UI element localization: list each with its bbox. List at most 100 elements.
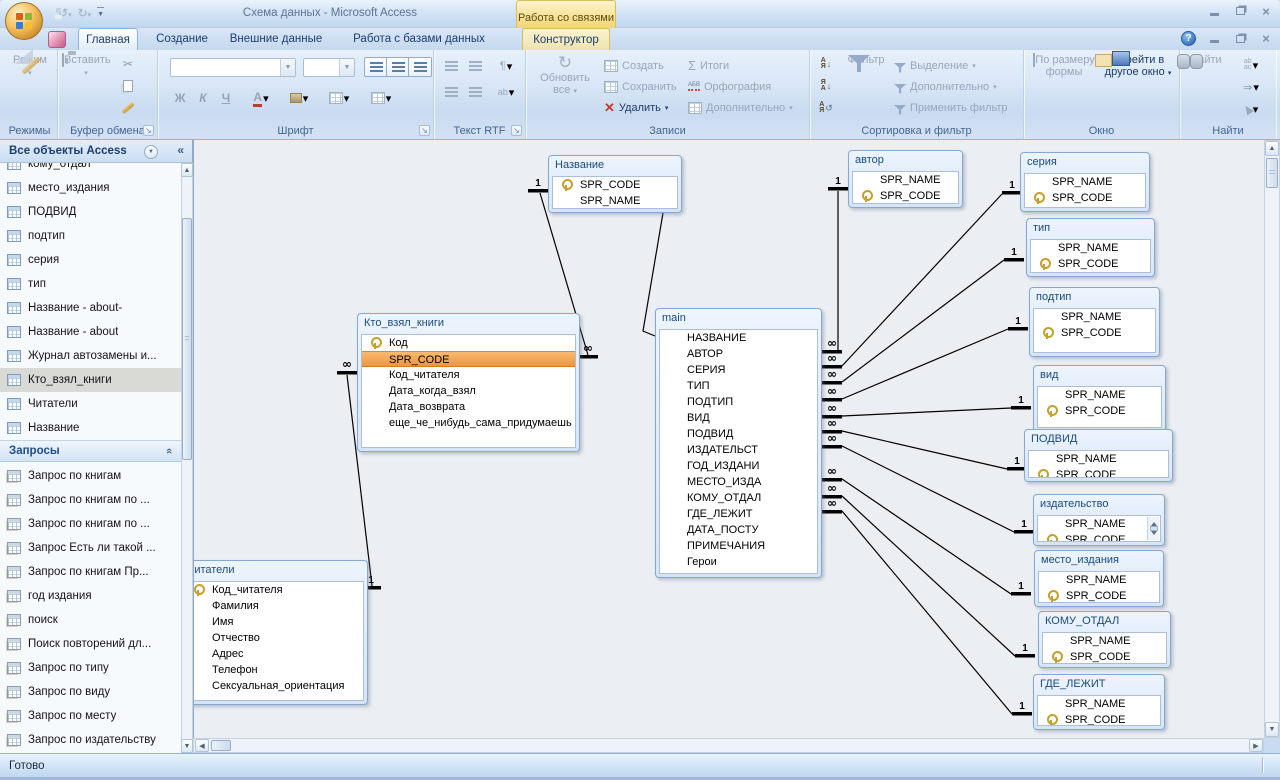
- filter-button[interactable]: Фильтр: [842, 54, 890, 66]
- table-field[interactable]: SPR_CODE: [1031, 256, 1150, 272]
- sidebar-item[interactable]: ПОДВИД: [0, 200, 181, 224]
- sidebar-item[interactable]: Запрос по книгам по ...: [0, 488, 181, 512]
- table-field[interactable]: Сексуальная_ориентация: [193, 678, 363, 694]
- table-field[interactable]: SPR_CODE: [1038, 532, 1160, 542]
- sidebar-item[interactable]: Запрос по виду: [0, 680, 181, 704]
- redo-button[interactable]: ↻▾: [78, 7, 92, 22]
- table-title[interactable]: вид: [1034, 366, 1165, 386]
- table-title[interactable]: Кто_взял_книги: [358, 314, 579, 334]
- table-field[interactable]: ПОДТИП: [660, 394, 817, 410]
- table-field[interactable]: ГОД_ИЗДАНИ: [660, 458, 817, 474]
- table-field[interactable]: SPR_NAME: [1025, 174, 1145, 190]
- tab-sozdanie[interactable]: Создание: [150, 28, 214, 50]
- sidebar-item[interactable]: место_издания: [0, 176, 181, 200]
- table-field[interactable]: Дата_когда_взял: [362, 383, 575, 399]
- table-field[interactable]: SPR_NAME: [553, 193, 677, 209]
- table-title[interactable]: ПОДВИД: [1025, 430, 1172, 450]
- table-title[interactable]: автор: [849, 151, 962, 171]
- table-field[interactable]: Адрес: [193, 646, 363, 662]
- canvas-vscroll-thumb[interactable]: [1266, 158, 1278, 188]
- canvas-vscrollbar[interactable]: [1264, 140, 1280, 738]
- table-scrollbar[interactable]: [1147, 517, 1159, 540]
- table-field[interactable]: SPR_CODE: [1038, 712, 1160, 726]
- table-field[interactable]: Герои: [660, 554, 817, 570]
- table-field[interactable]: ДАТА_ПОСТУ: [660, 522, 817, 538]
- sort-descending-button[interactable]: ЯА↓: [814, 76, 838, 96]
- sidebar-item[interactable]: Журнал автозамены и...: [0, 344, 181, 368]
- table-title[interactable]: тип: [1027, 219, 1154, 239]
- table-field[interactable]: SPR_NAME: [1034, 309, 1155, 325]
- font-size-dropdown-icon[interactable]: ▼: [339, 59, 354, 76]
- scroll-up-icon[interactable]: [1151, 519, 1157, 526]
- close-button[interactable]: ×: [1258, 5, 1274, 17]
- align-center-button[interactable]: [386, 57, 410, 77]
- italic-button[interactable]: К: [191, 88, 215, 108]
- table-field[interactable]: SPR_NAME: [1029, 451, 1168, 467]
- clear-sort-button[interactable]: АЯ↺: [814, 98, 838, 118]
- diagram-table-ПОДВИД[interactable]: ПОДВИДSPR_NAMESPR_CODE: [1024, 429, 1173, 482]
- advanced-filter-button[interactable]: Дополнительно▾: [894, 77, 997, 96]
- switch-windows-button[interactable]: Перейти в другое окно ▾: [1102, 54, 1174, 80]
- minimize-button[interactable]: [1206, 5, 1222, 17]
- sidebar-item[interactable]: Запрос по книгам Пр...: [0, 560, 181, 584]
- diagram-table-автор[interactable]: авторSPR_NAMESPR_CODE: [848, 150, 963, 208]
- table-field[interactable]: Фамилия: [193, 598, 363, 614]
- bold-button[interactable]: Ж: [168, 88, 192, 108]
- table-field[interactable]: ВИД: [660, 410, 817, 426]
- new-record-button[interactable]: Создать: [604, 56, 664, 75]
- table-field[interactable]: SPR_NAME: [1038, 516, 1160, 532]
- sidebar-item[interactable]: Название: [0, 416, 181, 440]
- collapse-section-icon[interactable]: «: [163, 448, 175, 454]
- canvas-scroll-down-icon[interactable]: ▼: [1265, 722, 1279, 737]
- sidebar-item[interactable]: Запрос по книгам: [0, 464, 181, 488]
- sidebar-item[interactable]: Поиск повторений дл...: [0, 632, 181, 656]
- sidebar-item[interactable]: Кто_взял_книги: [0, 368, 181, 392]
- table-title[interactable]: ГДЕ_ЛЕЖИТ: [1034, 675, 1164, 695]
- table-title[interactable]: подтип: [1030, 288, 1159, 308]
- diagram-table-серия[interactable]: серияSPR_NAMESPR_CODE: [1020, 152, 1150, 212]
- fill-color-button[interactable]: ▾: [284, 88, 314, 108]
- clipboard-dialog-launcher-icon[interactable]: ↘: [143, 125, 154, 136]
- increase-indent-button[interactable]: [463, 56, 487, 76]
- table-field[interactable]: SPR_CODE: [1034, 325, 1155, 341]
- diagram-table-вид[interactable]: видSPR_NAMESPR_CODE: [1033, 365, 1166, 432]
- decrease-indent-button[interactable]: [439, 56, 463, 76]
- table-field[interactable]: SPR_NAME: [1038, 387, 1161, 403]
- sidebar-item[interactable]: поиск: [0, 608, 181, 632]
- more-records-button[interactable]: Дополнительно▾: [688, 98, 793, 117]
- font-name-select[interactable]: ▼: [170, 58, 296, 77]
- tab-konstruktor[interactable]: Конструктор: [522, 28, 610, 50]
- nav-pane-header[interactable]: Все объекты Access ▼ «: [0, 140, 192, 163]
- sidebar-item[interactable]: серия: [0, 248, 181, 272]
- diagram-table-main[interactable]: mainНАЗВАНИЕАВТОРСЕРИЯТИППОДТИПВИДПОДВИД…: [655, 308, 822, 578]
- sidebar-item[interactable]: год издания: [0, 584, 181, 608]
- cut-button[interactable]: ✂: [116, 54, 140, 74]
- sidebar-item[interactable]: Запрос Есть ли такой ...: [0, 536, 181, 560]
- tab-glavnaya[interactable]: Главная: [78, 28, 138, 50]
- text-direction-button[interactable]: ¶▾: [491, 56, 521, 76]
- table-field[interactable]: МЕСТО_ИЗДА: [660, 474, 817, 490]
- table-title[interactable]: издательство: [1034, 495, 1164, 515]
- table-field[interactable]: SPR_CODE: [1029, 467, 1168, 478]
- table-field[interactable]: Код_читателя: [362, 367, 575, 383]
- table-field[interactable]: ПРИМЕЧАНИЯ: [660, 538, 817, 554]
- rtf-dialog-launcher-icon[interactable]: ↘: [511, 125, 522, 136]
- doc-restore-button[interactable]: [1232, 33, 1248, 45]
- table-title[interactable]: Читатели: [193, 561, 367, 581]
- sidebar-section-queries[interactable]: Запросы «: [0, 440, 181, 462]
- sort-ascending-button[interactable]: АЯ↓: [814, 54, 838, 74]
- customize-qat-button[interactable]: ▼: [97, 7, 104, 21]
- view-mode-button[interactable]: Режим▾: [8, 54, 52, 80]
- table-field[interactable]: SPR_NAME: [1038, 696, 1160, 712]
- align-right-button[interactable]: [408, 57, 432, 77]
- sidebar-item[interactable]: тип: [0, 272, 181, 296]
- sidebar-item[interactable]: кому_отдал: [0, 163, 181, 176]
- select-button[interactable]: ▾: [1234, 99, 1268, 119]
- table-field[interactable]: SPR_CODE: [1038, 403, 1161, 419]
- delete-record-button[interactable]: ✕Удалить▾: [604, 98, 668, 117]
- size-to-fit-form-button[interactable]: По размеру формы: [1032, 54, 1096, 78]
- nav-pane-collapse-icon[interactable]: «: [177, 143, 184, 157]
- gridlines-button[interactable]: ▾: [322, 88, 356, 108]
- canvas-hscrollbar[interactable]: [193, 738, 1264, 753]
- diagram-table-тип[interactable]: типSPR_NAMESPR_CODE: [1026, 218, 1155, 277]
